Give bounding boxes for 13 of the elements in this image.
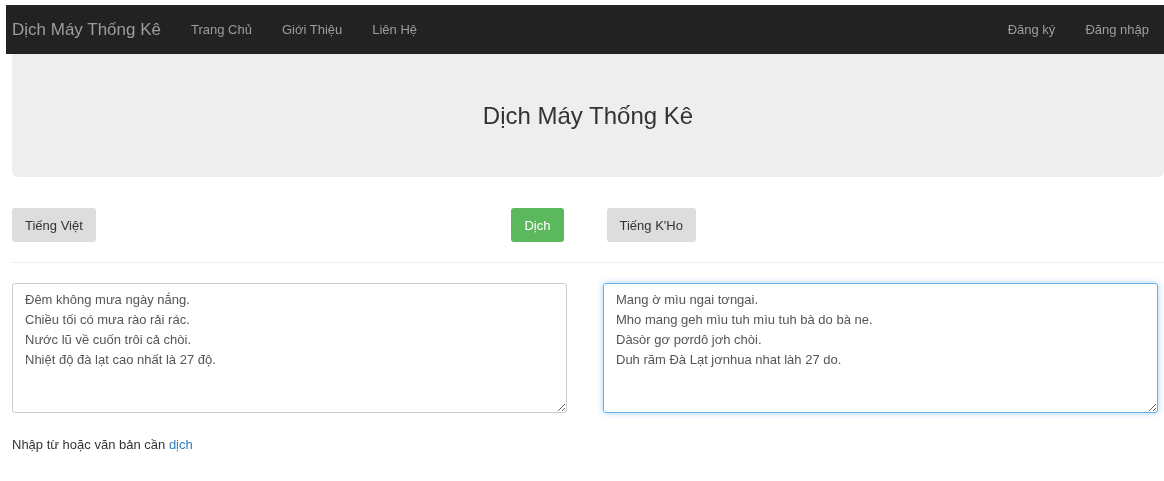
nav-link[interactable]: Trang Chủ bbox=[191, 22, 252, 37]
source-text-field[interactable]: Đêm không mưa ngày nắng. Chiều tối có mưa rào rải rác. Nước lũ về cuốn trôi cả chòi. Nhiệt độ đà lạt cao nhất là 27 độ. bbox=[12, 283, 567, 413]
nav-link[interactable]: Đăng nhập bbox=[1085, 22, 1149, 37]
page-title: Dịch Máy Thống Kê bbox=[482, 101, 694, 130]
nav-link[interactable]: Đăng ký bbox=[1007, 22, 1056, 37]
nav-link[interactable]: Liên Hệ bbox=[372, 22, 418, 37]
language-button[interactable]: Tiếng K'Ho bbox=[606, 208, 696, 242]
nav-link[interactable]: Giới Thiệu bbox=[281, 22, 343, 37]
translate-link[interactable]: dịch bbox=[168, 437, 193, 452]
hint-text: Nhập từ hoặc văn bản cần dịch bbox=[12, 437, 194, 452]
translation-text-field[interactable]: Mang ờ mìu ngai tơngai. Mho mang geh mìu tuh mìu tuh bà do bà ne. Dàsòr gơ pơrdô jơh chòi. Duh răm Đà Lạt jơnhua nhat làh 27 do. bbox=[603, 283, 1158, 413]
language-button[interactable]: Tiếng Việt bbox=[12, 208, 96, 242]
brand-link[interactable]: Dịch Máy Thống Kê bbox=[12, 19, 161, 40]
